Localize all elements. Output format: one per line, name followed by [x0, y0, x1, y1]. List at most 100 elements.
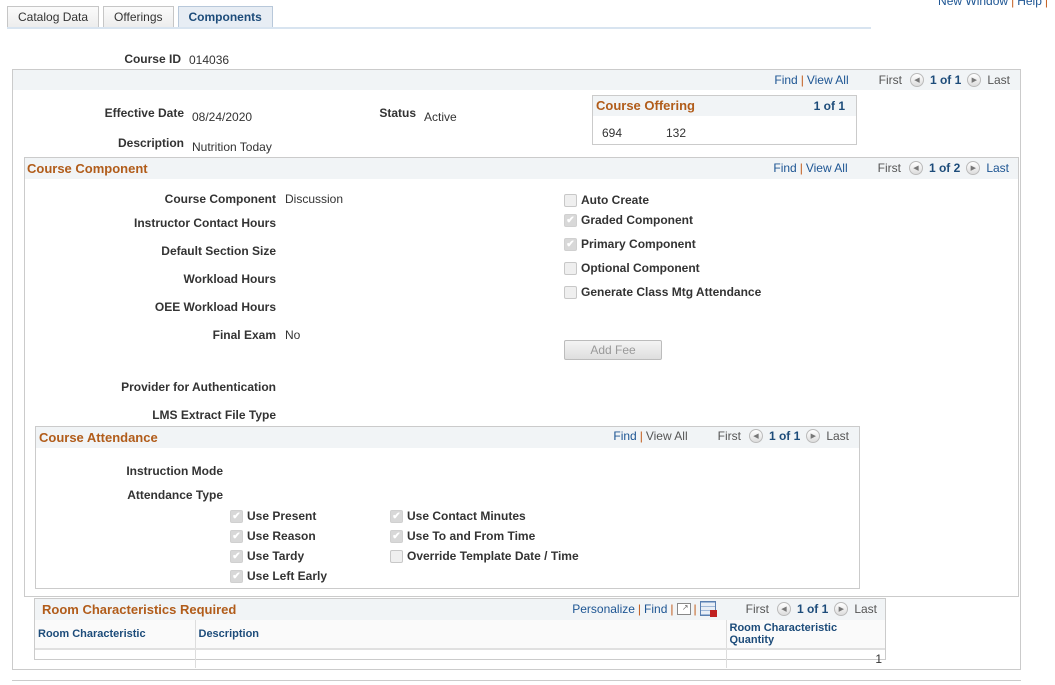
- next-icon[interactable]: ▶: [967, 73, 982, 87]
- checkmark-icon[interactable]: ✔: [230, 509, 243, 523]
- tab-offerings[interactable]: Offerings: [103, 6, 174, 28]
- view-all-label[interactable]: View All: [646, 429, 688, 443]
- personalize-link[interactable]: Personalize: [572, 602, 635, 616]
- column-header-room-characteristic[interactable]: Room Characteristic: [35, 620, 196, 650]
- checkmark-icon[interactable]: ✔: [564, 213, 577, 227]
- use-tardy-checkbox[interactable]: ✔ Use Tardy: [230, 549, 304, 563]
- room-characteristics-panel: Room Characteristics Required Personaliz…: [34, 598, 886, 668]
- checkbox-label: Primary Component: [581, 237, 696, 251]
- column-header-quantity[interactable]: Room Characteristic Quantity: [726, 620, 885, 650]
- lms-extract-file-type-label: LMS Extract File Type: [152, 408, 276, 422]
- effective-date-value: 08/24/2020: [192, 110, 253, 124]
- course-offering-header: Course Offering 1 of 1: [593, 96, 856, 116]
- tab-catalog-data[interactable]: Catalog Data: [7, 6, 100, 28]
- view-all-link[interactable]: View All: [807, 73, 849, 87]
- generate-class-mtg-attendance-checkbox[interactable]: Generate Class Mtg Attendance: [564, 285, 761, 299]
- last-label[interactable]: Last: [854, 602, 877, 616]
- use-contact-minutes-checkbox[interactable]: ✔ Use Contact Minutes: [390, 509, 526, 523]
- row-count: 1 of 1: [768, 429, 801, 443]
- view-all-link[interactable]: View All: [806, 161, 848, 175]
- course-attendance-panel: Course Attendance Find | View All First ◀ …: [35, 426, 860, 589]
- checkbox-label: Optional Component: [581, 261, 700, 275]
- room-characteristics-header: Room Characteristics Required Personaliz…: [35, 599, 885, 620]
- use-to-and-from-time-checkbox[interactable]: ✔ Use To and From Time: [390, 529, 535, 543]
- oee-workload-hours-label: OEE Workload Hours: [154, 300, 276, 314]
- first-label[interactable]: First: [746, 602, 769, 616]
- zoom-grid-icon[interactable]: ↗: [676, 602, 691, 615]
- download-excel-icon[interactable]: [699, 601, 717, 617]
- separator: |: [799, 161, 803, 175]
- next-icon[interactable]: ▶: [834, 601, 849, 616]
- first-label[interactable]: First: [879, 73, 902, 87]
- last-link[interactable]: Last: [986, 161, 1009, 175]
- checkbox-unchecked-icon[interactable]: [390, 549, 403, 563]
- help-link[interactable]: Help: [1017, 0, 1042, 8]
- description-label: Description: [117, 136, 184, 150]
- auto-create-checkbox[interactable]: Auto Create: [564, 193, 649, 207]
- find-link[interactable]: Find: [773, 161, 796, 175]
- add-fee-button[interactable]: Add Fee: [564, 340, 662, 360]
- use-left-early-checkbox[interactable]: ✔ Use Left Early: [230, 569, 327, 583]
- checkbox-label: Use Left Early: [247, 569, 328, 583]
- checkmark-icon[interactable]: ✔: [390, 509, 403, 523]
- course-attendance-title: Course Attendance: [39, 430, 158, 445]
- find-link[interactable]: Find: [774, 73, 797, 87]
- tab-bar: Catalog Data Offerings Components: [7, 6, 277, 28]
- next-icon[interactable]: ▶: [806, 429, 821, 443]
- course-component-nav: Find | View All First ◀ 1 of 2 ▶ Last: [773, 161, 1009, 175]
- first-label[interactable]: First: [878, 161, 901, 175]
- checkbox-label: Use Reason: [247, 529, 316, 543]
- course-attendance-nav: Find | View All First ◀ 1 of 1 ▶ Last: [613, 429, 849, 443]
- quantity-cell: 1: [875, 652, 882, 666]
- last-label[interactable]: Last: [987, 73, 1010, 87]
- graded-component-checkbox[interactable]: ✔ Graded Component: [564, 213, 693, 227]
- previous-icon[interactable]: ◀: [908, 161, 923, 175]
- checkbox-label: Override Template Date / Time: [407, 549, 579, 563]
- workload-hours-label: Workload Hours: [183, 272, 276, 286]
- checkmark-icon[interactable]: ✔: [230, 529, 243, 543]
- column-header-description[interactable]: Description: [195, 620, 727, 650]
- status-value: Active: [424, 110, 457, 124]
- table-row: 1: [35, 649, 885, 668]
- instruction-mode-label: Instruction Mode: [126, 464, 223, 478]
- checkmark-icon[interactable]: ✔: [230, 549, 243, 563]
- description-cell: [195, 649, 727, 668]
- attendance-type-label: Attendance Type: [127, 488, 223, 502]
- row-count: 1 of 1: [929, 73, 962, 87]
- primary-component-checkbox[interactable]: ✔ Primary Component: [564, 237, 696, 251]
- tab-components[interactable]: Components: [177, 6, 273, 28]
- provider-for-authentication-label: Provider for Authentication: [121, 380, 276, 394]
- checkbox-label: Use Tardy: [247, 549, 305, 563]
- use-reason-checkbox[interactable]: ✔ Use Reason: [230, 529, 316, 543]
- checkmark-icon[interactable]: ✔: [390, 529, 403, 543]
- previous-icon[interactable]: ◀: [776, 601, 791, 616]
- optional-component-checkbox[interactable]: Optional Component: [564, 261, 700, 275]
- separator: |: [670, 601, 674, 616]
- room-characteristic-cell: [35, 649, 196, 668]
- offering-value-1: 694: [602, 126, 623, 140]
- new-window-link[interactable]: New Window: [938, 0, 1008, 8]
- previous-icon[interactable]: ◀: [748, 429, 763, 443]
- instructor-contact-hours-label: Instructor Contact Hours: [133, 216, 276, 230]
- separator: |: [693, 601, 697, 616]
- find-link[interactable]: Find: [613, 429, 636, 443]
- use-present-checkbox[interactable]: ✔ Use Present: [230, 509, 316, 523]
- checkmark-icon[interactable]: ✔: [564, 237, 577, 251]
- row-count: 1 of 1: [796, 601, 829, 616]
- course-component-label: Course Component: [164, 192, 276, 206]
- main-panel-header: Find | View All First ◀ 1 of 1 ▶ Last: [13, 70, 1020, 90]
- checkbox-unchecked-icon[interactable]: [564, 285, 577, 299]
- previous-icon[interactable]: ◀: [909, 73, 924, 87]
- top-links: New Window | Help |: [938, 0, 1051, 8]
- description-value: Nutrition Today: [192, 140, 272, 154]
- override-template-date-time-checkbox[interactable]: Override Template Date / Time: [390, 549, 579, 563]
- last-label[interactable]: Last: [826, 429, 849, 443]
- next-icon[interactable]: ▶: [966, 161, 981, 175]
- first-label[interactable]: First: [718, 429, 741, 443]
- checkmark-icon[interactable]: ✔: [230, 569, 243, 583]
- find-link[interactable]: Find: [644, 602, 667, 616]
- checkbox-unchecked-icon[interactable]: [564, 261, 577, 275]
- bottom-divider: [12, 680, 1021, 681]
- offering-value-2: 132: [666, 126, 687, 140]
- checkbox-unchecked-icon[interactable]: [564, 193, 577, 207]
